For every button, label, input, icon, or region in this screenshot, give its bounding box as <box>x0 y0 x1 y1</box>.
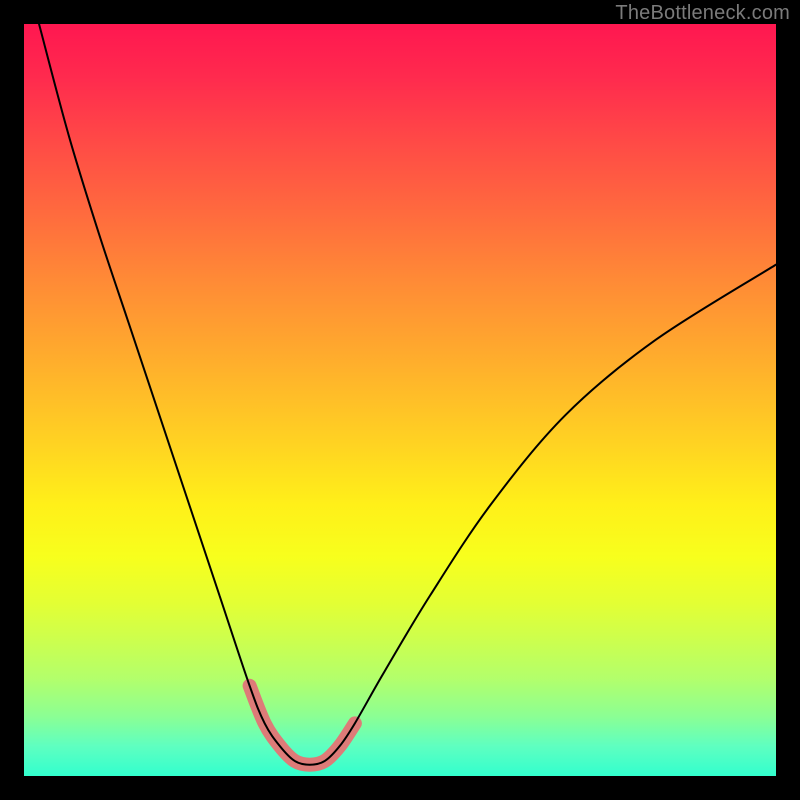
bottleneck-curve-svg <box>24 24 776 776</box>
bottleneck-curve-line <box>39 24 776 765</box>
watermark-text: TheBottleneck.com <box>615 2 790 25</box>
chart-plot-area <box>24 24 776 776</box>
